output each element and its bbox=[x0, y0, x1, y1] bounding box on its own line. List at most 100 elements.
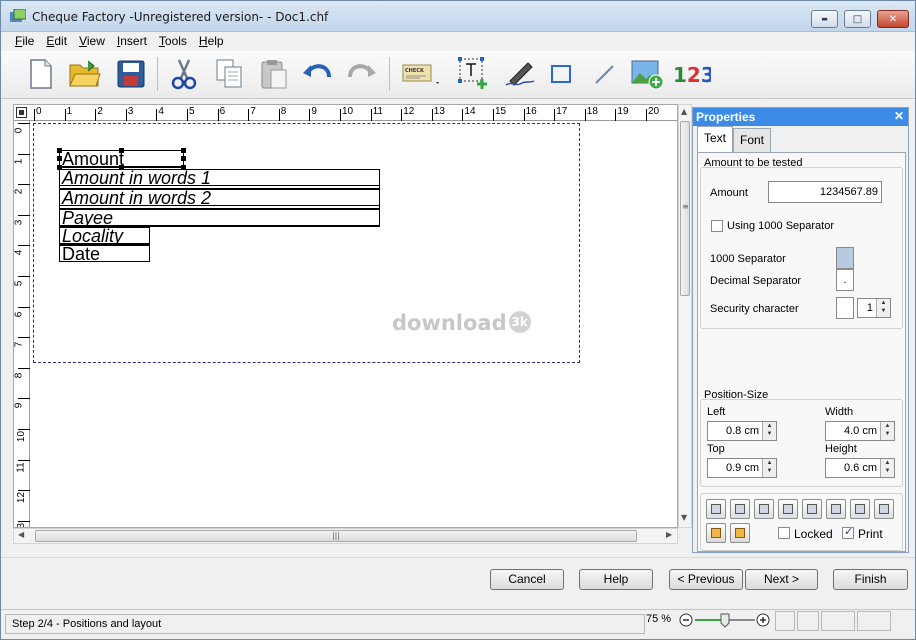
status-panel bbox=[775, 611, 795, 631]
align-bottom-right-icon bbox=[735, 504, 745, 514]
image-button[interactable] bbox=[629, 55, 665, 93]
same-height-button[interactable] bbox=[874, 499, 894, 519]
rectangle-button[interactable] bbox=[543, 55, 579, 93]
undo-button[interactable] bbox=[299, 55, 335, 93]
cheque-field-locality[interactable]: Locality bbox=[59, 227, 150, 245]
text-tab-pane: Amount to be tested Amount 1234567.89 Us… bbox=[697, 152, 906, 552]
zoom-slider[interactable] bbox=[679, 612, 771, 628]
line-icon bbox=[595, 65, 614, 84]
spinner-arrows-icon[interactable]: ▲ ▼ bbox=[880, 459, 894, 477]
numbers-digit: 1 bbox=[673, 63, 687, 87]
menu-file[interactable]: File bbox=[9, 32, 40, 51]
scroll-left-icon[interactable]: ◀ bbox=[18, 530, 24, 539]
align-bottom-right-button[interactable] bbox=[730, 499, 750, 519]
width-spinner[interactable]: 4.0 cm ▲ ▼ bbox=[825, 421, 895, 441]
cheque-template-button[interactable]: CHECK bbox=[397, 55, 445, 93]
spinner-arrows-icon[interactable]: ▲ ▼ bbox=[880, 422, 894, 440]
distribute-horizontal-icon bbox=[807, 504, 817, 514]
previous-button[interactable]: < Previous bbox=[669, 569, 743, 590]
horizontal-scroll-thumb[interactable]: ||| bbox=[35, 530, 637, 542]
document-canvas[interactable]: 012345678910111213141516171819202 012345… bbox=[13, 104, 678, 528]
minimize-button[interactable]: ▬ bbox=[811, 10, 838, 28]
cheque-field-amount-words-1[interactable]: Amount in words 1 bbox=[59, 169, 380, 189]
ruler-tick: 12 bbox=[14, 490, 30, 504]
cheque-field-amount-words-2[interactable]: Amount in words 2 bbox=[59, 189, 380, 209]
next-button[interactable]: Next > bbox=[745, 569, 818, 590]
amount-input[interactable]: 1234567.89 bbox=[768, 181, 882, 203]
properties-close-icon[interactable]: ✕ bbox=[894, 109, 904, 123]
insert-text-button[interactable] bbox=[455, 55, 491, 93]
top-spinner[interactable]: 0.9 cm ▲ ▼ bbox=[707, 458, 777, 478]
scroll-right-icon[interactable]: ▶ bbox=[666, 530, 672, 539]
signature-button[interactable] bbox=[501, 55, 537, 93]
height-value: 0.6 cm bbox=[843, 462, 877, 474]
signature-icon bbox=[505, 62, 535, 86]
cheque-field-payee[interactable]: Payee bbox=[59, 209, 380, 227]
save-button[interactable] bbox=[113, 55, 149, 93]
maximize-button[interactable]: □ bbox=[844, 10, 871, 28]
distribute-vertical-button[interactable] bbox=[826, 499, 846, 519]
same-width-button[interactable] bbox=[850, 499, 870, 519]
align-bottom-button[interactable] bbox=[778, 499, 798, 519]
selection-handle[interactable] bbox=[181, 148, 186, 153]
decimal-separator-input[interactable]: . bbox=[836, 269, 854, 291]
vertical-scroll-thumb[interactable]: ≡ bbox=[680, 121, 690, 296]
tab-text[interactable]: Text bbox=[697, 126, 734, 153]
locked-checkbox[interactable] bbox=[778, 527, 790, 539]
print-label: Print bbox=[858, 527, 883, 541]
distribute-horizontal-button[interactable] bbox=[802, 499, 822, 519]
menu-help[interactable]: Help bbox=[193, 32, 230, 51]
menu-insert[interactable]: Insert bbox=[111, 32, 153, 51]
security-character-input[interactable] bbox=[836, 297, 854, 319]
spinner-arrows-icon[interactable]: ▲ ▼ bbox=[762, 422, 776, 440]
left-value: 0.8 cm bbox=[725, 425, 759, 437]
finish-button[interactable]: Finish bbox=[833, 569, 908, 590]
selection-handle[interactable] bbox=[57, 156, 62, 161]
line-button[interactable] bbox=[586, 55, 622, 93]
cheque-field-date[interactable]: Date bbox=[59, 245, 150, 262]
properties-header: Properties ✕ bbox=[693, 108, 908, 126]
cut-button[interactable] bbox=[166, 55, 202, 93]
selection-handle[interactable] bbox=[119, 148, 124, 153]
tab-font[interactable]: Font bbox=[733, 128, 772, 152]
paste-button[interactable] bbox=[256, 55, 292, 93]
width-value: 4.0 cm bbox=[843, 425, 877, 437]
new-document-button[interactable] bbox=[23, 55, 59, 93]
menu-edit[interactable]: Edit bbox=[40, 32, 73, 51]
ruler-corner-icon[interactable] bbox=[16, 107, 27, 118]
spinner-arrows-icon[interactable]: ▲ ▼ bbox=[876, 299, 890, 317]
bring-to-front-button[interactable] bbox=[706, 523, 726, 543]
status-panel bbox=[821, 611, 855, 631]
security-count-spinner[interactable]: 1 ▲ ▼ bbox=[857, 298, 891, 318]
thousand-separator-field[interactable] bbox=[836, 247, 854, 269]
open-button[interactable] bbox=[67, 55, 103, 93]
numbers-button[interactable]: 123 bbox=[671, 55, 711, 93]
horizontal-scrollbar[interactable]: ◀ ||| ▶ bbox=[13, 528, 678, 544]
use-separator-checkbox[interactable] bbox=[711, 220, 723, 232]
close-button[interactable]: ✕ bbox=[877, 10, 909, 28]
menu-view[interactable]: View bbox=[73, 32, 111, 51]
selection-handle[interactable] bbox=[57, 148, 62, 153]
menu-bar: File Edit View Insert Tools Help bbox=[1, 32, 915, 51]
image-icon bbox=[631, 60, 664, 90]
print-checkbox[interactable] bbox=[842, 525, 854, 539]
scroll-up-icon[interactable]: ▲ bbox=[681, 107, 687, 116]
align-bottom-left-button[interactable] bbox=[706, 499, 726, 519]
cancel-button[interactable]: Cancel bbox=[490, 569, 564, 590]
redo-button[interactable] bbox=[344, 55, 380, 93]
help-button[interactable]: Help bbox=[579, 569, 653, 590]
menu-tools[interactable]: Tools bbox=[153, 32, 193, 51]
field-amount-words-1-text: Amount in words 1 bbox=[60, 170, 379, 187]
ruler-tick: 3 bbox=[14, 214, 30, 229]
selection-handle[interactable] bbox=[181, 156, 186, 161]
scroll-down-icon[interactable]: ▼ bbox=[681, 513, 687, 522]
vertical-scrollbar[interactable]: ▲ ≡ ▼ bbox=[678, 104, 692, 528]
align-top-button[interactable] bbox=[754, 499, 774, 519]
left-spinner[interactable]: 0.8 cm ▲ ▼ bbox=[707, 421, 777, 441]
height-spinner[interactable]: 0.6 cm ▲ ▼ bbox=[825, 458, 895, 478]
top-value: 0.9 cm bbox=[725, 462, 759, 474]
send-to-back-button[interactable] bbox=[730, 523, 750, 543]
spinner-arrows-icon[interactable]: ▲ ▼ bbox=[762, 459, 776, 477]
copy-button[interactable] bbox=[211, 55, 247, 93]
toolbar-separator bbox=[157, 57, 158, 91]
